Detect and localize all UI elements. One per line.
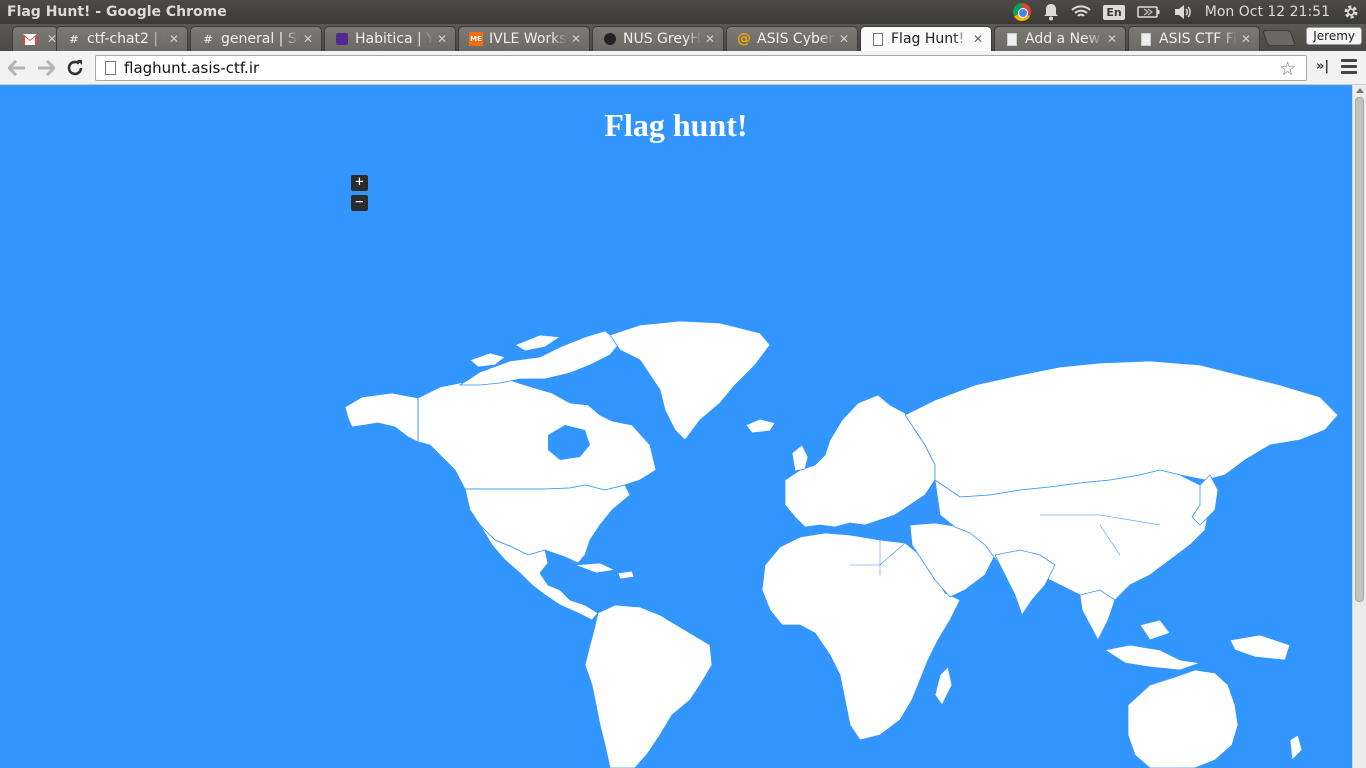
scroll-up-arrow-icon[interactable] <box>1356 88 1364 93</box>
greyhats-icon <box>603 32 617 46</box>
world-map[interactable] <box>0 85 1352 768</box>
tab-ctf-chat2[interactable]: # ctf-chat2 | n ✕ <box>56 26 188 51</box>
zoom-out-button[interactable]: − <box>351 195 368 211</box>
map-region-indonesia <box>1103 644 1201 671</box>
map-region-usa <box>464 484 631 564</box>
tab-label: Flag Hunt! <box>891 31 965 47</box>
map-region-madagascar <box>934 666 953 706</box>
tab-habitica[interactable]: Habitica | Yo ✕ <box>324 26 456 51</box>
clock[interactable]: Mon Oct 12 21:51 <box>1199 0 1336 24</box>
page-viewport: Flag hunt! + − <box>0 85 1366 768</box>
tab-close-icon[interactable]: ✕ <box>571 32 581 46</box>
asis-icon: @ <box>737 31 751 47</box>
map-region-russia <box>904 360 1339 498</box>
tab-label: ctf-chat2 | n <box>87 31 165 47</box>
system-top-bar: Flag Hunt! - Google Chrome En Mon Oct 12… <box>0 0 1366 24</box>
forward-arrow-icon[interactable] <box>34 56 58 80</box>
map-region-greenland <box>609 320 771 441</box>
tab-strip: ✕ # ctf-chat2 | n ✕ # general | SG ✕ Hab… <box>0 24 1366 51</box>
page-icon <box>105 61 116 75</box>
bookmark-star-icon[interactable]: ☆ <box>1279 58 1296 80</box>
page-icon <box>1139 32 1153 46</box>
tab-close-icon[interactable]: ✕ <box>705 32 715 46</box>
map-region-canada <box>417 376 657 491</box>
tab-label: ASIS CTF Fin <box>1159 31 1237 47</box>
zoom-in-button[interactable]: + <box>351 175 368 191</box>
wifi-icon[interactable] <box>1065 0 1097 24</box>
browser-toolbar: flaghunt.asis-ctf.ir ☆ »| <box>0 51 1366 85</box>
gmail-icon <box>23 32 37 46</box>
ivle-icon: ME <box>469 32 483 46</box>
tab-close-icon[interactable]: ✕ <box>437 32 447 46</box>
map-region-alaska <box>344 392 419 443</box>
settings-gear-icon[interactable] <box>1336 0 1366 24</box>
tab-label: ASIS Cyber S <box>757 31 835 47</box>
tab-gmail[interactable]: ✕ <box>12 26 58 51</box>
slack-hash-icon: # <box>203 32 213 46</box>
new-tab-button[interactable] <box>1262 30 1296 46</box>
map-region-new-zealand <box>1289 734 1303 761</box>
tab-close-icon[interactable]: ✕ <box>973 32 983 46</box>
map-region-iceland <box>745 418 776 434</box>
map-region-south-america <box>584 604 713 768</box>
volume-icon[interactable] <box>1167 0 1199 24</box>
tab-ivle[interactable]: ME IVLE Works ✕ <box>458 26 590 51</box>
tab-close-icon[interactable]: ✕ <box>303 32 313 46</box>
map-region-uk <box>791 444 809 472</box>
url-text[interactable]: flaghunt.asis-ctf.ir <box>124 59 259 77</box>
tab-nus-greyhats[interactable]: NUS GreyHa ✕ <box>592 26 724 51</box>
tab-asis-ctf-final[interactable]: ASIS CTF Fin ✕ <box>1128 26 1260 51</box>
vertical-scrollbar[interactable] <box>1352 85 1366 768</box>
tab-flag-hunt[interactable]: Flag Hunt! ✕ <box>860 26 992 51</box>
tab-label: general | SG <box>221 31 299 47</box>
map-region-india <box>994 549 1056 616</box>
tab-label: NUS GreyHa <box>623 31 701 47</box>
notification-bell-icon[interactable] <box>1037 0 1065 24</box>
tab-close-icon[interactable]: ✕ <box>169 32 179 46</box>
page-heading: Flag hunt! <box>604 107 748 143</box>
extensions-overflow-icon[interactable]: »| <box>1316 59 1329 74</box>
habitica-icon <box>335 32 349 46</box>
chrome-indicator-icon[interactable] <box>1007 0 1037 24</box>
address-bar[interactable]: flaghunt.asis-ctf.ir ☆ <box>95 55 1307 81</box>
chrome-menu-icon[interactable] <box>1341 59 1357 77</box>
window-title: Flag Hunt! - Google Chrome <box>7 4 227 20</box>
tab-label: Habitica | Yo <box>355 31 433 47</box>
indicator-area: En Mon Oct 12 21:51 <box>1007 0 1366 24</box>
tab-close-icon[interactable]: ✕ <box>839 32 849 46</box>
battery-icon[interactable] <box>1131 0 1167 24</box>
page-icon <box>871 32 885 46</box>
page-icon <box>1005 32 1019 46</box>
reload-icon[interactable] <box>63 56 87 80</box>
profile-button[interactable]: Jeremy <box>1306 27 1362 45</box>
tab-close-icon[interactable]: ✕ <box>1241 32 1251 46</box>
map-region-southeast-asia <box>1079 589 1116 641</box>
slack-hash-icon: # <box>69 32 79 46</box>
tab-label: Add a New I <box>1025 31 1103 47</box>
tab-close-icon[interactable]: ✕ <box>1107 32 1117 46</box>
tab-label: IVLE Works <box>489 31 567 47</box>
map-region-australia <box>1127 669 1239 768</box>
keyboard-language-indicator[interactable]: En <box>1097 0 1130 24</box>
scrollbar-thumb[interactable] <box>1355 97 1364 602</box>
tab-add-new[interactable]: Add a New I ✕ <box>994 26 1126 51</box>
tab-asis-cyber[interactable]: @ ASIS Cyber S ✕ <box>726 26 858 51</box>
tab-general[interactable]: # general | SG ✕ <box>190 26 322 51</box>
back-arrow-icon[interactable] <box>5 56 29 80</box>
